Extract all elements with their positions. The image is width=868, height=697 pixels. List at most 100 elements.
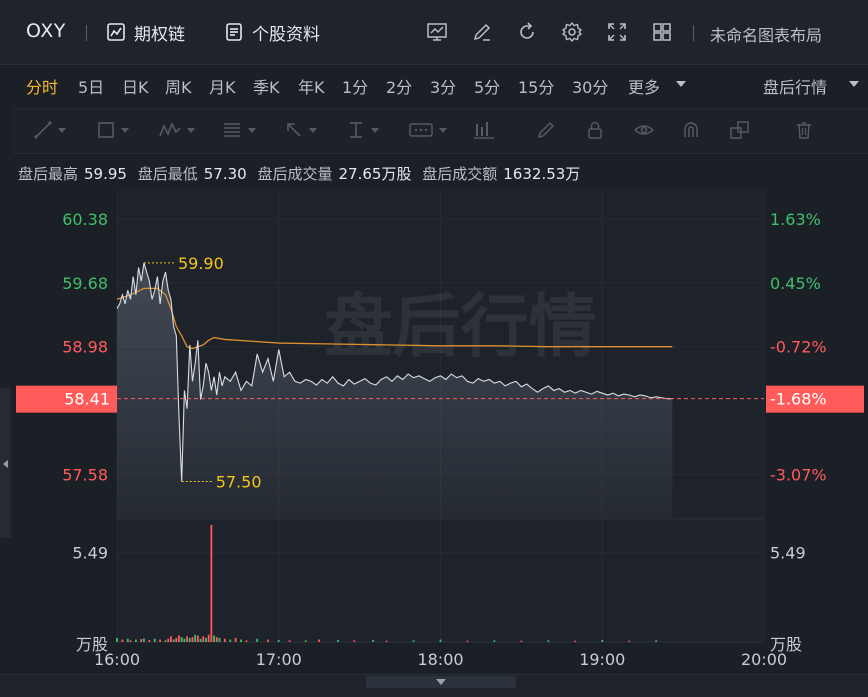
session-dropdown-icon[interactable] <box>849 81 859 87</box>
period-tab-9[interactable]: 3分 <box>430 74 456 98</box>
lock-icon <box>588 121 602 139</box>
period-tab-5[interactable]: 季K <box>253 74 280 98</box>
price-tick-label: 57.58 <box>62 465 108 484</box>
volume-bar <box>493 640 496 642</box>
volume-bar <box>183 638 186 642</box>
session-selector[interactable]: 盘后行情 <box>763 74 827 98</box>
visibility-tool[interactable] <box>633 118 655 142</box>
trash-icon <box>797 122 811 139</box>
stock-profile-icon <box>226 23 242 41</box>
caret-down-icon <box>248 127 256 133</box>
time-tick-label: 19:00 <box>579 650 625 669</box>
volume-bar <box>186 636 188 642</box>
volume-bar <box>178 635 180 642</box>
period-tab-3[interactable]: 周K <box>165 74 192 98</box>
max-price-label: 59.90 <box>178 254 224 273</box>
volume-tick-left: 5.49 <box>72 544 108 563</box>
trend-line-tool[interactable] <box>33 118 66 142</box>
volume-bar <box>628 640 631 642</box>
arrow-tool[interactable] <box>284 118 317 142</box>
measure-tool-icon <box>350 122 362 138</box>
volume-bar <box>245 640 248 642</box>
volume-bar <box>205 637 207 642</box>
period-tab-11[interactable]: 15分 <box>518 74 554 98</box>
collapse-panel-icon[interactable] <box>436 679 446 685</box>
indicator-button[interactable] <box>425 20 449 44</box>
volume-bar <box>210 524 213 642</box>
volume-bar <box>318 639 321 642</box>
period-tab-2[interactable]: 日K <box>122 74 149 98</box>
layout-grid-button[interactable] <box>650 20 674 44</box>
volume-tick-right: 5.49 <box>770 544 806 563</box>
fibonacci-tool[interactable] <box>221 118 256 142</box>
volume-bar <box>277 640 280 642</box>
layout-name[interactable]: 未命名图表布局 <box>710 22 822 46</box>
draw-icon <box>473 23 491 41</box>
period-tab-4[interactable]: 月K <box>209 74 236 98</box>
options-chain-icon <box>107 23 125 41</box>
stock-profile-button[interactable]: 个股资料 <box>224 20 320 45</box>
wave-tool[interactable] <box>158 118 195 142</box>
more-dropdown-icon[interactable] <box>676 81 686 87</box>
period-tab-13[interactable]: 更多 <box>628 74 660 98</box>
volume-bar <box>140 639 143 642</box>
refresh-button[interactable] <box>515 20 539 44</box>
volume-bar <box>167 638 170 642</box>
time-tick-label: 16:00 <box>94 650 140 669</box>
measure-tool[interactable] <box>346 118 379 142</box>
volume-bar <box>304 640 307 642</box>
volume-bar <box>234 637 237 642</box>
copy-tool[interactable] <box>729 118 751 142</box>
volume-bar <box>574 640 577 642</box>
period-tab-12[interactable]: 30分 <box>572 74 608 98</box>
eye-icon <box>633 125 655 135</box>
volume-bar <box>215 637 218 642</box>
volume-bar <box>372 640 375 642</box>
wave-tool-icon <box>159 122 181 137</box>
settings-icon <box>561 21 583 43</box>
period-tab-1[interactable]: 5日 <box>78 74 104 98</box>
volume-bar <box>288 640 291 642</box>
period-tab-0[interactable]: 分时 <box>26 74 58 98</box>
percent-tick-label: 1.63% <box>770 210 821 229</box>
magnet-icon <box>684 122 698 137</box>
volume-bar <box>134 639 137 642</box>
caret-down-icon <box>371 127 379 133</box>
volume-bar <box>199 638 202 642</box>
delete-tool[interactable] <box>794 118 814 142</box>
min-price-label: 57.50 <box>216 473 262 492</box>
period-tab-8[interactable]: 2分 <box>386 74 412 98</box>
settings-button[interactable] <box>560 20 584 44</box>
draw-button[interactable] <box>470 20 494 44</box>
volume-bar <box>256 638 259 642</box>
arrow-tool-icon <box>287 123 301 137</box>
volume-bar <box>218 637 221 642</box>
options-chain-label: 期权链 <box>134 24 185 45</box>
lock-tool[interactable] <box>585 118 605 142</box>
bar-pattern-tool[interactable] <box>472 118 496 142</box>
volume-bar <box>207 634 210 642</box>
magnet-tool[interactable] <box>681 118 701 142</box>
volume-bar <box>153 638 156 642</box>
stock-symbol[interactable]: OXY <box>26 20 66 42</box>
caret-down-icon <box>309 127 317 133</box>
volume-bar <box>520 640 523 642</box>
copy-icon <box>730 121 749 139</box>
fullscreen-icon <box>608 23 626 41</box>
volume-bar <box>148 640 151 642</box>
pen-tool[interactable] <box>536 118 556 142</box>
period-tab-6[interactable]: 年K <box>298 74 325 98</box>
rectangle-tool[interactable] <box>96 118 129 142</box>
volume-bar <box>439 639 442 642</box>
volume-bar <box>229 639 232 642</box>
intraday-chart[interactable]: 盘后行情 59.90 57.50 60.38 59.68 58.98 57.58 1.63% 0… <box>0 180 868 670</box>
fullscreen-button[interactable] <box>605 20 629 44</box>
volume-bar <box>126 638 129 642</box>
period-tab-10[interactable]: 5分 <box>474 74 500 98</box>
volume-bar <box>164 640 167 642</box>
volume-bar <box>240 639 242 642</box>
options-chain-button[interactable]: 期权链 <box>106 20 185 45</box>
divider <box>86 25 87 41</box>
price-label-tool[interactable] <box>408 118 447 142</box>
period-tab-7[interactable]: 1分 <box>342 74 368 98</box>
